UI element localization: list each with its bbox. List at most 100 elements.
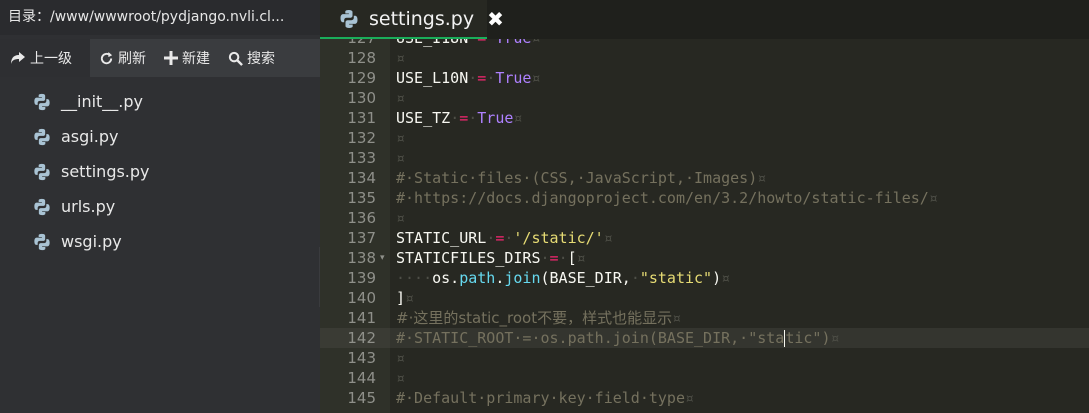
line-number: 134 bbox=[347, 169, 376, 187]
code-token: STATICFILES_DIRS bbox=[396, 249, 541, 267]
line-number: 129 bbox=[347, 69, 376, 87]
code-token: ¤ bbox=[531, 69, 541, 87]
code-token: = bbox=[459, 109, 469, 127]
tab-settings[interactable]: settings.py ✖ bbox=[320, 0, 504, 39]
code-token: #·这里的static_root不要，样式也能显示 bbox=[396, 309, 673, 327]
code-text: #·Default·primary·key·field·type¤ bbox=[396, 388, 694, 408]
code-token: ¤ bbox=[830, 329, 840, 347]
python-icon bbox=[339, 9, 359, 29]
code-token: ¤ bbox=[721, 269, 731, 287]
code-line[interactable]: 136 ¤ bbox=[320, 208, 1089, 228]
refresh-button[interactable]: 刷新 bbox=[90, 39, 155, 77]
code-text: #·这里的static_root不要，样式也能显示¤ bbox=[396, 308, 681, 328]
file-list: __init__.py asgi.py settings.py urls.py wsgi… bbox=[0, 84, 320, 259]
code-text: ]¤ bbox=[396, 288, 414, 308]
file-item[interactable]: asgi.py bbox=[0, 119, 320, 154]
code-token: ¤ bbox=[405, 289, 415, 307]
code-text: ····os.path.join(BASE_DIR,·"static")¤ bbox=[396, 268, 730, 288]
file-item[interactable]: wsgi.py bbox=[0, 224, 320, 259]
code-text: STATICFILES_DIRS·=·[¤ bbox=[396, 248, 586, 268]
code-line[interactable]: 139 ····os.path.join(BASE_DIR,·"static")¤ bbox=[320, 268, 1089, 288]
code-token: · bbox=[630, 269, 640, 287]
directory-path: 目录：/www/wwwroot/pydjango.nvli.cl... bbox=[0, 0, 320, 35]
new-button[interactable]: 新建 bbox=[155, 39, 219, 77]
code-text: ¤ bbox=[396, 88, 405, 108]
code-line[interactable]: 135 #·https://docs.djangoproject.com/en/3… bbox=[320, 188, 1089, 208]
search-icon bbox=[228, 51, 243, 66]
code-token: · bbox=[540, 249, 550, 267]
code-token: = bbox=[477, 39, 486, 47]
line-number: 145 bbox=[347, 389, 376, 407]
line-number: 135 bbox=[347, 189, 376, 207]
code-editor[interactable]: 127USE_I18N·=·True¤128¤129USE_L10N·=·Tru… bbox=[320, 39, 1089, 413]
file-item[interactable]: urls.py bbox=[0, 189, 320, 224]
code-text: USE_L10N·=·True¤ bbox=[396, 68, 541, 88]
code-line[interactable]: 134 #·Static·files·(CSS,·JavaScript,·Imag… bbox=[320, 168, 1089, 188]
code-token: ¤ bbox=[603, 229, 613, 247]
code-token: ) bbox=[712, 269, 722, 287]
code-token: · bbox=[486, 69, 496, 87]
code-token: ¤ bbox=[672, 309, 682, 327]
new-label: 新建 bbox=[182, 51, 210, 67]
code-token: ¤ bbox=[396, 369, 406, 387]
code-token: #·Static·files·(CSS,·JavaScript,·Images) bbox=[396, 169, 758, 187]
code-token: True bbox=[477, 109, 514, 127]
code-line[interactable]: 131 USE_TZ·=·True¤ bbox=[320, 108, 1089, 128]
code-line[interactable]: 137 STATIC_URL·=·'/static/'¤ bbox=[320, 228, 1089, 248]
search-button[interactable]: 搜索 bbox=[219, 39, 284, 77]
code-line[interactable]: 130 ¤ bbox=[320, 88, 1089, 108]
code-token: ···· bbox=[396, 269, 433, 287]
tab-title: settings.py bbox=[369, 7, 475, 30]
code-line[interactable]: 142 #·STATIC_ROOT·=·os.path.join(BASE_DIR… bbox=[320, 328, 1089, 348]
code-token: STATIC_URL bbox=[396, 229, 487, 247]
code-token: join bbox=[504, 269, 541, 287]
code-token: ¤ bbox=[531, 39, 540, 47]
code-token: · bbox=[468, 69, 478, 87]
code-token: = bbox=[477, 69, 487, 87]
code-line[interactable]: 127USE_I18N·=·True¤ bbox=[320, 39, 1089, 48]
code-token: (BASE_DIR, bbox=[540, 269, 631, 287]
line-number: 128 bbox=[347, 49, 376, 67]
plus-icon bbox=[164, 51, 178, 65]
code-line[interactable]: 133 ¤ bbox=[320, 148, 1089, 168]
code-line[interactable]: 129 USE_L10N·=·True¤ bbox=[320, 68, 1089, 88]
code-text: ¤ bbox=[396, 208, 405, 228]
code-line[interactable]: 144 ¤ bbox=[320, 368, 1089, 388]
code-text: #·Static·files·(CSS,·JavaScript,·Images)… bbox=[396, 168, 766, 188]
line-number: 130 bbox=[347, 89, 376, 107]
python-icon bbox=[33, 128, 51, 146]
code-token: #·STATIC_ROOT·=·os.path.join(BASE_DIR,·"… bbox=[396, 329, 785, 347]
code-line[interactable]: 132 ¤ bbox=[320, 128, 1089, 148]
code-line[interactable]: 143 ¤ bbox=[320, 348, 1089, 368]
code-token: ¤ bbox=[684, 389, 695, 407]
up-level-button[interactable]: 上一级 bbox=[0, 39, 90, 77]
code-token: '/static/' bbox=[513, 229, 604, 247]
file-item[interactable]: settings.py bbox=[0, 154, 320, 189]
code-text: USE_TZ·=·True¤ bbox=[396, 108, 522, 128]
code-line[interactable]: 140 ]¤ bbox=[320, 288, 1089, 308]
refresh-label: 刷新 bbox=[118, 51, 146, 67]
code-token: "static" bbox=[639, 269, 713, 287]
file-toolbar: 上一级 刷新 新建 搜索 bbox=[0, 39, 320, 77]
code-line[interactable]: 128 ¤ bbox=[320, 48, 1089, 68]
close-icon[interactable]: ✖ bbox=[487, 7, 504, 31]
code-area[interactable]: 127USE_I18N·=·True¤128¤129USE_L10N·=·Tru… bbox=[320, 39, 1089, 408]
file-item[interactable]: __init__.py bbox=[0, 84, 320, 119]
fold-toggle-icon[interactable]: ▾ bbox=[380, 248, 385, 268]
line-number: 141 bbox=[347, 309, 376, 327]
code-token: = bbox=[549, 249, 559, 267]
line-number: 144 bbox=[347, 369, 376, 387]
line-number: 140 bbox=[347, 289, 376, 307]
code-line[interactable]: 145 #·Default·primary·key·field·type¤ bbox=[320, 388, 1089, 408]
code-token: True bbox=[495, 39, 531, 47]
code-line[interactable]: 138 ▾ STATICFILES_DIRS·=·[¤ bbox=[320, 248, 1089, 268]
file-name: wsgi.py bbox=[61, 232, 122, 251]
code-token: · bbox=[558, 249, 568, 267]
code-token: · bbox=[486, 39, 495, 47]
code-token: ¤ bbox=[928, 189, 938, 207]
line-number: 143 bbox=[347, 349, 376, 367]
python-icon bbox=[33, 93, 51, 111]
code-token: · bbox=[450, 109, 460, 127]
code-token: ¤ bbox=[513, 109, 523, 127]
code-line[interactable]: 141 #·这里的static_root不要，样式也能显示¤ bbox=[320, 308, 1089, 328]
